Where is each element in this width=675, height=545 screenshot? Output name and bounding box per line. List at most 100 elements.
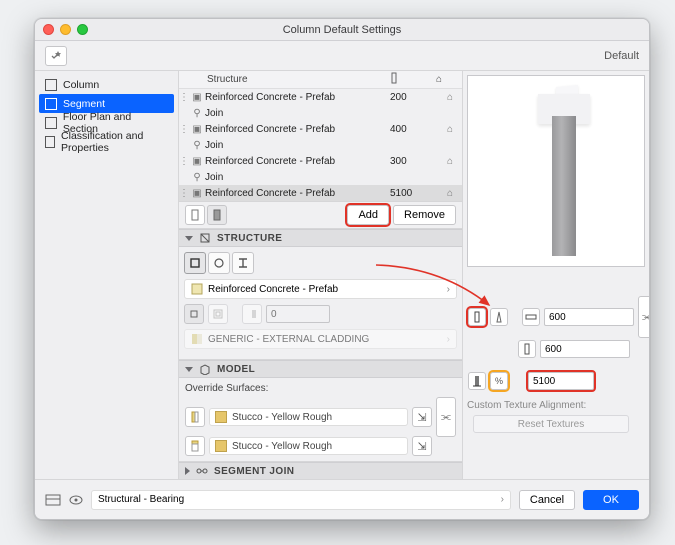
join-icon: ⚲ <box>189 108 205 119</box>
chevron-right-icon: › <box>447 334 450 345</box>
shape-profile[interactable] <box>232 252 254 274</box>
panel-label: STRUCTURE <box>217 233 282 244</box>
model-icon <box>199 363 211 375</box>
default-label: Default <box>604 50 639 62</box>
row-label: Reinforced Concrete - Prefab <box>205 156 390 167</box>
table-row[interactable]: ⚲Join <box>179 105 462 121</box>
nav-item-classification[interactable]: Classification and Properties <box>39 132 174 151</box>
surface-end-icon[interactable] <box>185 436 205 456</box>
segment-view-multi[interactable] <box>207 205 227 225</box>
panel-label: SEGMENT JOIN <box>214 466 294 477</box>
veneer-mode-1[interactable] <box>184 304 204 324</box>
height-fixed-button[interactable] <box>468 372 486 390</box>
nav-item-column[interactable]: Column <box>39 75 174 94</box>
end-icon: ⌂ <box>438 92 462 103</box>
row-label: Join <box>205 172 390 183</box>
drag-handle-icon[interactable]: ⋮ <box>179 188 189 199</box>
end-icon: ⌂ <box>438 188 462 199</box>
row-label: Join <box>205 140 390 151</box>
chevron-right-icon <box>185 467 190 475</box>
material-selector[interactable]: Reinforced Concrete - Prefab › <box>184 279 457 299</box>
table-row[interactable]: ⋮▣Reinforced Concrete - Prefab5100⌂ <box>179 185 462 201</box>
classification-icon <box>45 136 55 148</box>
shape-rect[interactable] <box>184 252 206 274</box>
chevron-down-icon <box>185 367 193 372</box>
nav-label: Classification and Properties <box>61 130 168 154</box>
category-name: Structural - Bearing <box>98 494 184 505</box>
add-button[interactable]: Add <box>347 205 389 225</box>
preview-3d[interactable] <box>467 75 645 267</box>
override-surfaces-label: Override Surfaces: <box>185 383 456 394</box>
chevron-right-icon: › <box>447 284 450 295</box>
table-row[interactable]: ⚲Join <box>179 137 462 153</box>
row-label: Reinforced Concrete - Prefab <box>205 188 390 199</box>
chevron-down-icon <box>185 236 193 241</box>
table-row[interactable]: ⋮▣Reinforced Concrete - Prefab200⌂ <box>179 89 462 105</box>
depth-icon <box>518 340 536 358</box>
cross-section-uniform-button[interactable] <box>468 308 486 326</box>
material-icon <box>191 283 203 295</box>
segment-view-uniform[interactable] <box>185 205 205 225</box>
width-input[interactable] <box>544 308 634 326</box>
drag-handle-icon[interactable]: ⋮ <box>179 156 189 167</box>
zoom-window-icon[interactable] <box>77 24 88 35</box>
row-value: 200 <box>390 92 438 103</box>
model-header[interactable]: MODEL <box>179 360 462 378</box>
segment-icon: ▣ <box>189 156 205 167</box>
height-percent-button[interactable]: % <box>490 372 508 390</box>
table-row[interactable]: ⋮▣Reinforced Concrete - Prefab300⌂ <box>179 153 462 169</box>
veneer-material-name: GENERIC - EXTERNAL CLADDING <box>208 334 369 345</box>
depth-input[interactable] <box>540 340 630 358</box>
panel-label: MODEL <box>217 364 255 375</box>
height-input[interactable] <box>528 372 594 390</box>
category-selector[interactable]: Structural - Bearing › <box>91 490 511 510</box>
table-row[interactable]: ⚲Join <box>179 169 462 185</box>
row-label: Reinforced Concrete - Prefab <box>205 92 390 103</box>
shape-circle[interactable] <box>208 252 230 274</box>
titlebar: Column Default Settings <box>35 19 649 41</box>
remove-button[interactable]: Remove <box>393 205 456 225</box>
table-row[interactable]: ⋮▣Reinforced Concrete - Prefab400⌂ <box>179 121 462 137</box>
surface-side-icon[interactable] <box>185 407 205 427</box>
veneer-mode-2[interactable] <box>208 304 228 324</box>
surface-selector-2[interactable]: Stucco - Yellow Rough <box>209 437 408 455</box>
veneer-thickness-input <box>266 305 330 323</box>
surface-override-toggle[interactable]: ⇲ <box>412 407 432 427</box>
material-name: Reinforced Concrete - Prefab <box>208 284 338 295</box>
surface-selector-1[interactable]: Stucco - Yellow Rough <box>209 408 408 426</box>
cross-section-tapered-button[interactable] <box>490 308 508 326</box>
segment-join-header[interactable]: SEGMENT JOIN <box>179 462 462 480</box>
column-icon <box>45 79 57 91</box>
link-dims-icon[interactable]: ⫘ <box>638 296 649 338</box>
nav-label: Segment <box>63 98 105 110</box>
preview-geometry <box>552 116 576 256</box>
structure-header[interactable]: STRUCTURE <box>179 229 462 247</box>
surface-override-toggle[interactable]: ⇲ <box>412 436 432 456</box>
col-structure[interactable]: Structure <box>205 74 388 85</box>
cancel-button[interactable]: Cancel <box>519 490 575 510</box>
segment-icon <box>45 98 57 110</box>
link-surfaces-icon[interactable]: ⫘ <box>436 397 456 437</box>
favorites-tool-icon[interactable] <box>45 46 67 66</box>
drag-handle-icon[interactable]: ⋮ <box>179 92 189 103</box>
row-label: Join <box>205 108 390 119</box>
material-icon <box>191 333 203 345</box>
col-end[interactable]: ⌂ <box>436 74 462 85</box>
close-window-icon[interactable] <box>43 24 54 35</box>
row-value: 400 <box>390 124 438 135</box>
surface-swatch <box>215 411 227 423</box>
veneer-side-icon[interactable] <box>242 304 262 324</box>
surface-name: Stucco - Yellow Rough <box>232 412 332 423</box>
col-height[interactable] <box>388 72 436 87</box>
veneer-material-selector: GENERIC - EXTERNAL CLADDING › <box>184 329 457 349</box>
minimize-window-icon[interactable] <box>60 24 71 35</box>
nav-label: Column <box>63 79 99 91</box>
id-icon <box>45 493 61 507</box>
surface-name: Stucco - Yellow Rough <box>232 441 332 452</box>
segment-icon: ▣ <box>189 124 205 135</box>
row-label: Reinforced Concrete - Prefab <box>205 124 390 135</box>
ok-button[interactable]: OK <box>583 490 639 510</box>
row-value: 300 <box>390 156 438 167</box>
join-icon: ⚲ <box>189 172 205 183</box>
drag-handle-icon[interactable]: ⋮ <box>179 124 189 135</box>
